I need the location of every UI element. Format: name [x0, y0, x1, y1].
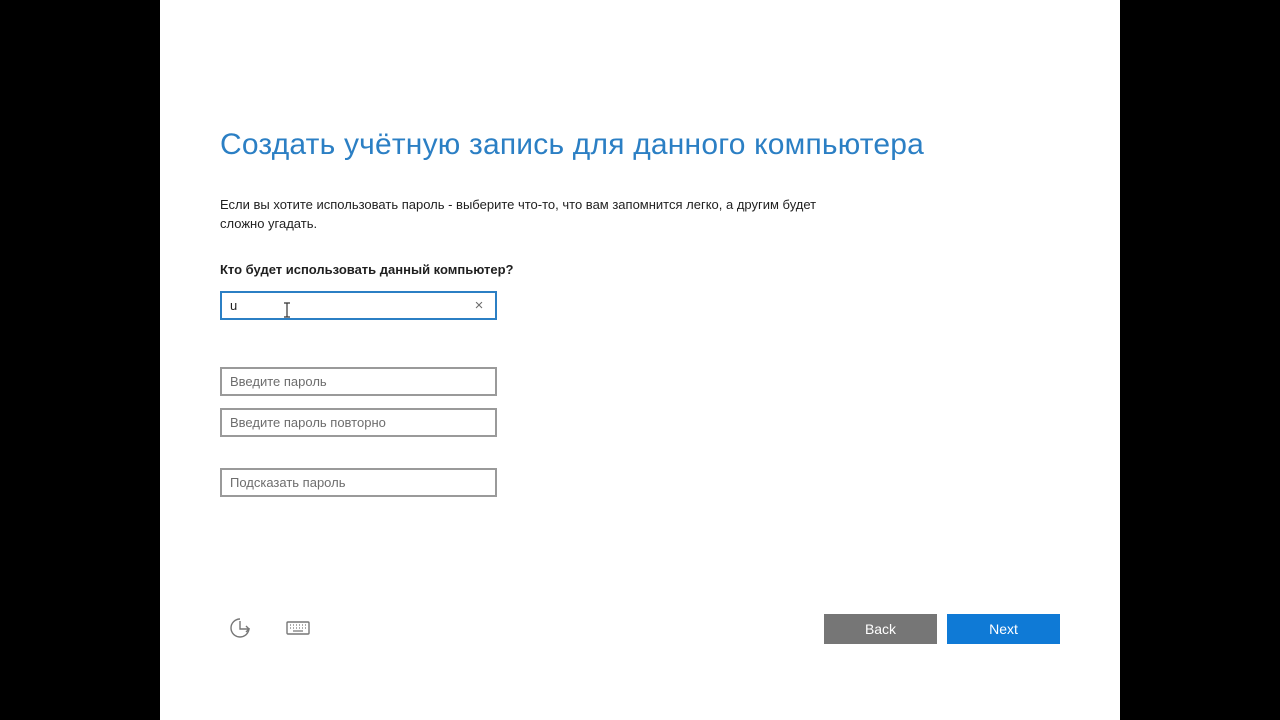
username-field-box: × — [220, 291, 497, 320]
password-input[interactable] — [222, 369, 462, 394]
text-cursor-icon — [284, 302, 290, 318]
setup-window: Создать учётную запись для данного компь… — [160, 0, 1120, 720]
password-confirm-field-box — [220, 408, 497, 437]
page-title: Создать учётную запись для данного компь… — [220, 128, 925, 161]
password-hint-input[interactable] — [222, 470, 462, 495]
username-question: Кто будет использовать данный компьютер? — [220, 262, 514, 277]
password-confirm-input[interactable] — [222, 410, 462, 435]
next-button[interactable]: Next — [947, 614, 1060, 644]
password-field-box — [220, 367, 497, 396]
back-button[interactable]: Back — [824, 614, 937, 644]
hint-field-box — [220, 468, 497, 497]
ease-of-access-icon[interactable] — [227, 615, 255, 641]
username-input[interactable] — [222, 293, 462, 318]
keyboard-icon[interactable] — [284, 615, 312, 641]
page-description: Если вы хотите использовать пароль - выб… — [220, 197, 817, 231]
clear-icon[interactable]: × — [471, 297, 487, 314]
